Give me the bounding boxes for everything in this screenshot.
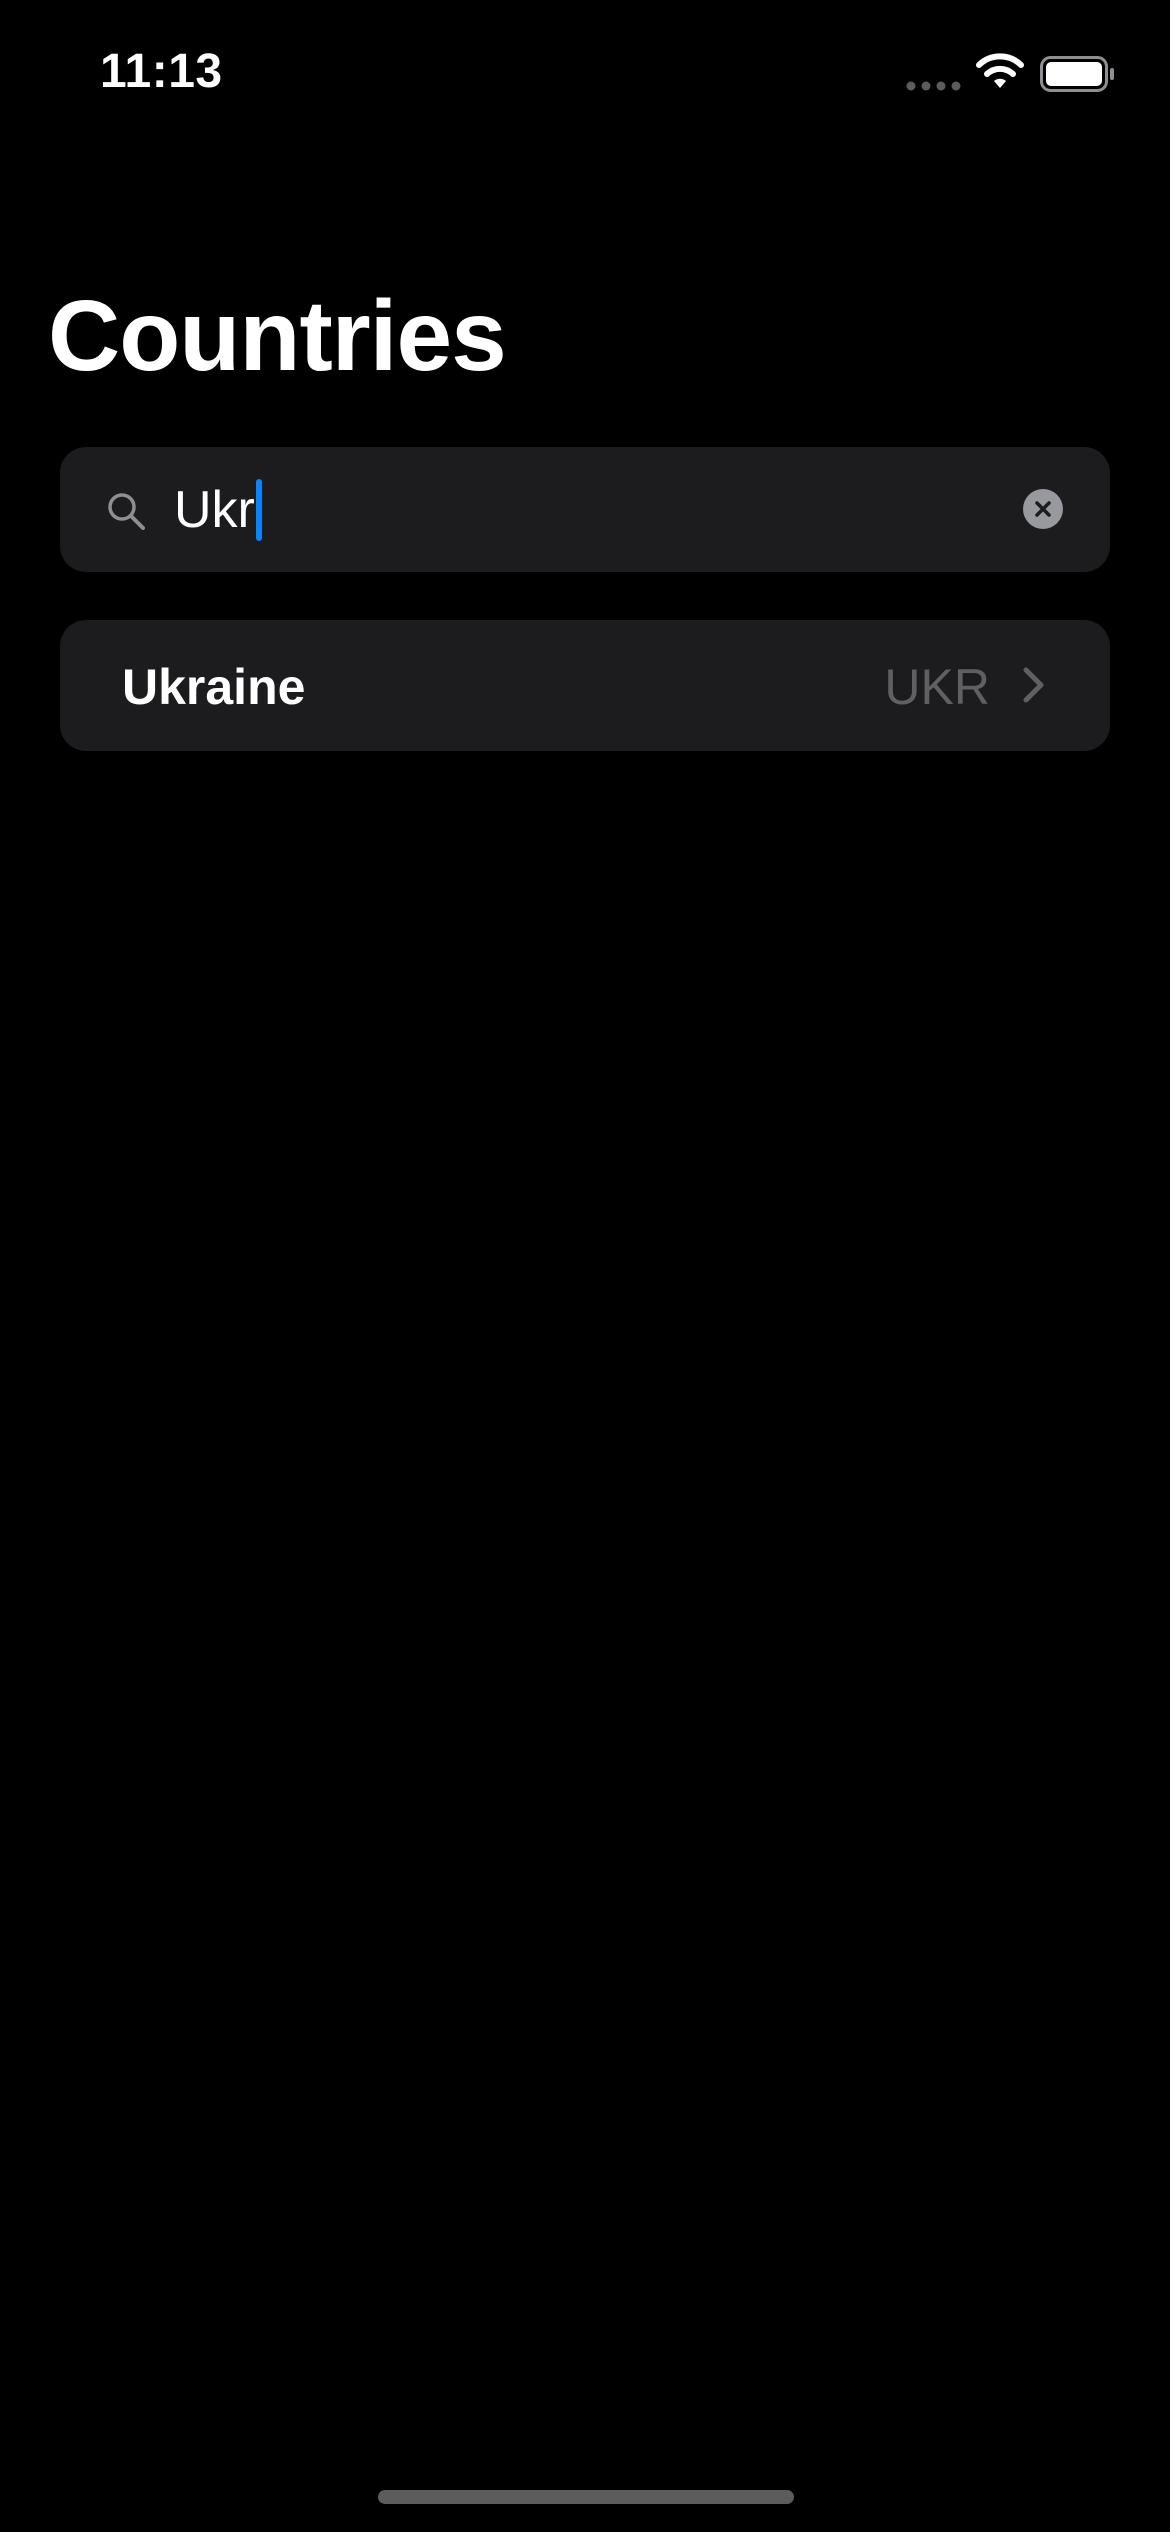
search-bar[interactable]: Ukr: [60, 447, 1110, 572]
search-icon: [108, 493, 145, 530]
list-item-ukraine[interactable]: Ukraine UKR: [60, 620, 1110, 751]
text-caret: [255, 479, 262, 541]
battery-icon: [1040, 56, 1114, 92]
home-indicator[interactable]: [378, 2490, 794, 2504]
clear-icon: [1035, 501, 1051, 517]
wifi-icon: [976, 53, 1024, 88]
clear-search-button[interactable]: [1023, 489, 1063, 529]
search-input-value: Ukr: [174, 481, 255, 539]
page-title: Countries: [48, 280, 507, 392]
country-code: UKR: [884, 659, 990, 715]
search-input[interactable]: Ukr: [174, 475, 994, 545]
chevron-right-icon: [1023, 667, 1044, 703]
country-name: Ukraine: [122, 659, 306, 715]
results-list: Ukraine UKR: [60, 620, 1110, 751]
status-bar: 11:13: [0, 0, 1170, 150]
status-time: 11:13: [100, 45, 223, 98]
signal-dots-icon: [906, 81, 961, 91]
